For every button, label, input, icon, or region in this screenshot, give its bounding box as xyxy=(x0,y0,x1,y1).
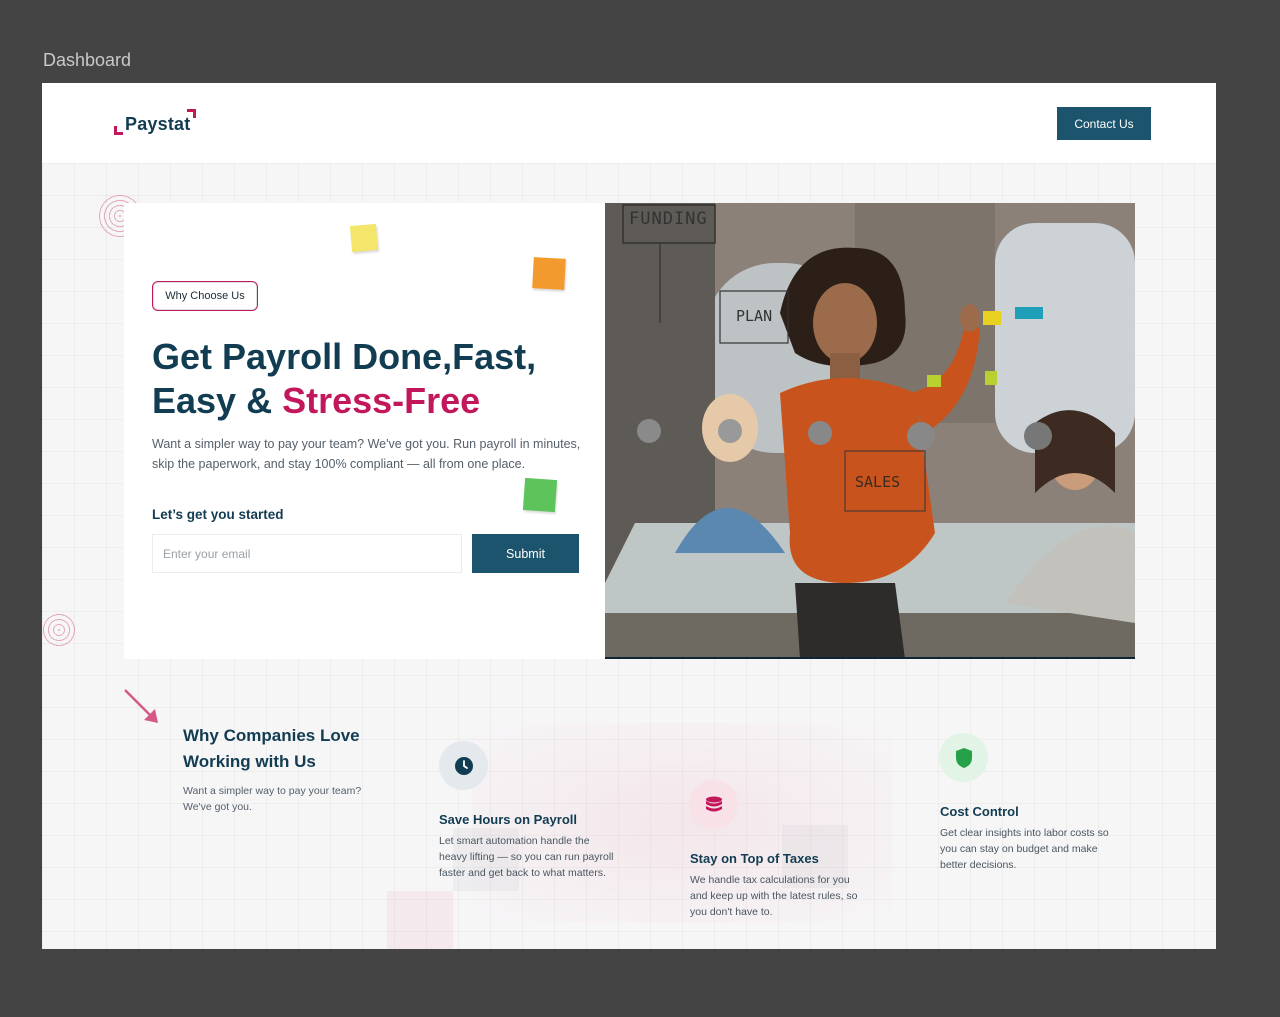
frame-label: Dashboard xyxy=(43,50,132,70)
contact-us-button[interactable]: Contact Us xyxy=(1057,107,1151,140)
whiteboard-word-plan: PLAN xyxy=(736,307,773,325)
hero-title-line2-prefix: Easy & xyxy=(152,380,283,421)
whiteboard-word-sales: SALES xyxy=(855,473,901,491)
why-choose-us-badge: Why Choose Us xyxy=(152,281,258,311)
arrow-decoration-icon xyxy=(124,689,158,723)
feature-description: Get clear insights into labor costs so y… xyxy=(940,827,1109,871)
hero-photo: FUNDING PLAN SALES xyxy=(605,203,1135,659)
features-section-subtitle: Want a simpler way to pay your team? We'… xyxy=(183,785,362,813)
landing-page-canvas: Paystat Contact Us Why Choose Us Get Pay… xyxy=(42,83,1216,949)
submit-button[interactable]: Submit xyxy=(472,534,579,573)
hero-title: Get Payroll Done,Fast, Easy & Stress-Fre… xyxy=(152,335,592,423)
logo-text: Paystat xyxy=(125,114,191,134)
feature-description: We handle tax calculations for you and k… xyxy=(690,874,858,918)
feature-icon-wrapper xyxy=(439,741,488,790)
email-input[interactable] xyxy=(152,534,462,573)
shield-icon xyxy=(955,747,972,768)
hero-title-line1: Get Payroll Done,Fast, xyxy=(152,336,537,377)
feature-title: Save Hours on Payroll xyxy=(439,812,577,827)
cta-heading: Let’s get you started xyxy=(152,507,284,522)
hero-title-accent: Stress-Free xyxy=(282,380,481,421)
sticky-note-yellow xyxy=(349,223,379,253)
sticky-note-green xyxy=(522,477,558,513)
feature-title: Cost Control xyxy=(940,804,1019,819)
site-header: Paystat Contact Us xyxy=(42,83,1216,163)
whiteboard-word-funding: FUNDING xyxy=(629,209,708,229)
feature-icon-wrapper xyxy=(689,780,738,829)
logo-bracket-bottom-left xyxy=(114,126,123,135)
sticky-note-orange xyxy=(532,257,566,290)
office-scene-illustration xyxy=(605,203,1135,657)
clock-icon xyxy=(454,756,473,775)
coins-stack-icon xyxy=(705,796,722,811)
decorative-square xyxy=(387,891,453,949)
paystat-logo[interactable]: Paystat xyxy=(112,107,202,139)
features-section-title: Why Companies Love Working with Us xyxy=(183,726,360,771)
feature-description: Let smart automation handle the heavy li… xyxy=(439,835,614,879)
hero-card: Why Choose Us Get Payroll Done,Fast, Eas… xyxy=(124,203,605,659)
feature-title: Stay on Top of Taxes xyxy=(690,851,819,866)
feature-icon-wrapper xyxy=(939,733,988,782)
hero-subtitle: Want a simpler way to pay your team? We'… xyxy=(152,437,581,471)
